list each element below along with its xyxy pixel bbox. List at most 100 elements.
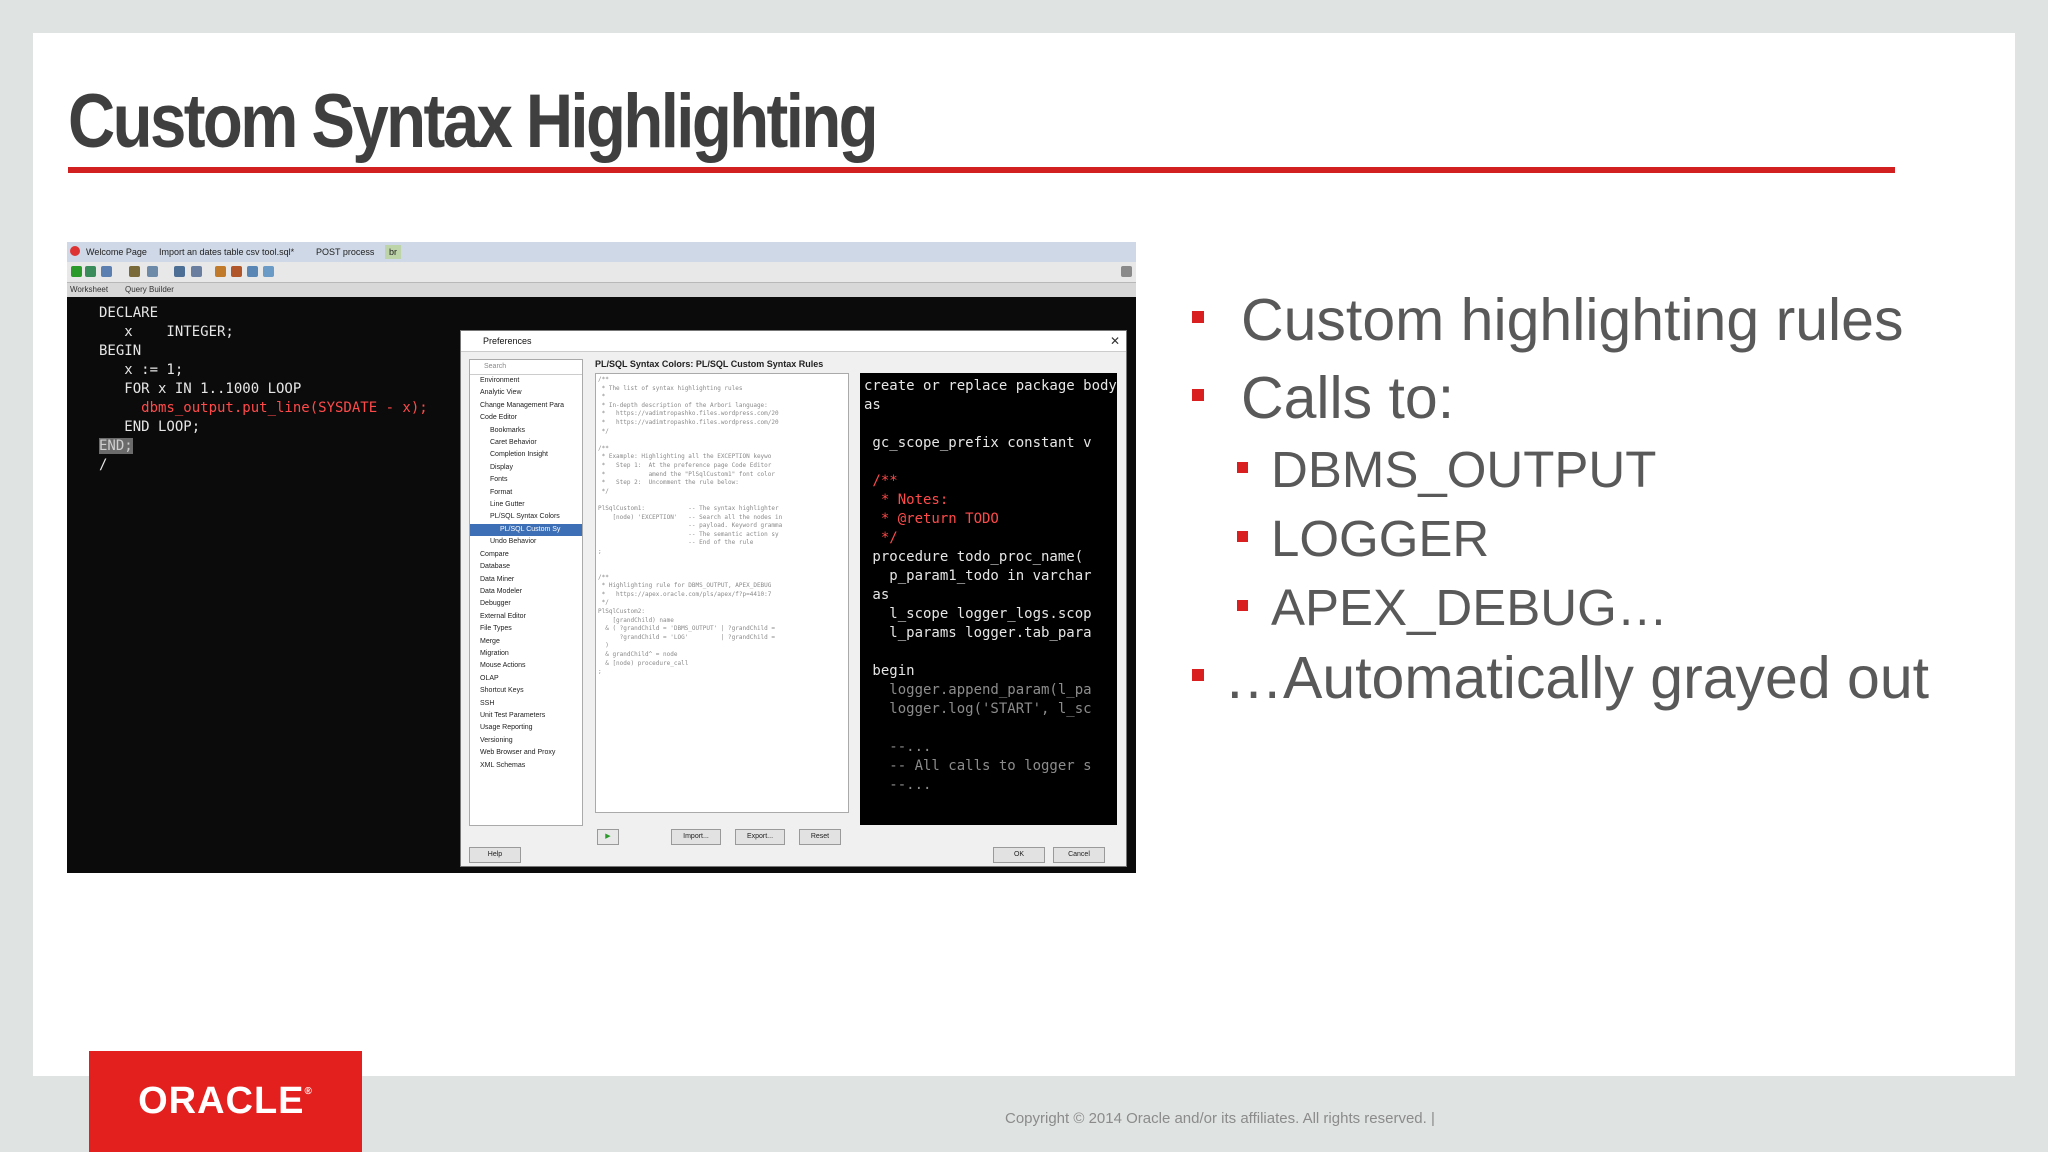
tree-item[interactable]: Change Management Para (470, 400, 582, 412)
export-button[interactable]: Export... (735, 829, 785, 845)
run-icon[interactable] (71, 266, 82, 277)
preview-line (864, 453, 1113, 472)
tree-item[interactable]: External Editor (470, 611, 582, 623)
tree-item[interactable]: Fonts (470, 474, 582, 486)
tree-item[interactable]: Code Editor (470, 412, 582, 424)
rule-line: /** (598, 376, 609, 383)
run-script-icon[interactable] (85, 266, 96, 277)
clear-icon[interactable] (191, 266, 202, 277)
tree-item[interactable]: Shortcut Keys (470, 685, 582, 697)
syntax-rules-editor[interactable]: /** * The list of syntax highlighting ru… (595, 373, 849, 813)
help-button[interactable]: Help (469, 847, 521, 863)
tree-item[interactable]: Caret Behavior (470, 437, 582, 449)
tree-item[interactable]: Analytic View (470, 387, 582, 399)
tree-item[interactable]: Data Modeler (470, 586, 582, 598)
tab-welcome[interactable]: Welcome Page (82, 245, 151, 259)
tree-item[interactable]: Migration (470, 648, 582, 660)
rule-line: /** (598, 444, 609, 452)
preview-line: procedure todo_proc_name( (864, 549, 1084, 565)
tree-item[interactable]: Mouse Actions (470, 660, 582, 672)
tree-item[interactable]: Undo Behavior (470, 536, 582, 548)
tree-item[interactable]: Compare (470, 549, 582, 561)
code-line: x INTEGER; (99, 324, 234, 340)
tree-item[interactable]: Environment (470, 375, 582, 387)
tree-item[interactable]: Debugger (470, 598, 582, 610)
connection-icon[interactable] (1121, 266, 1132, 277)
preview-line: l_params logger.tab_para (864, 625, 1092, 641)
history-icon[interactable] (215, 266, 226, 277)
title-underline (68, 167, 1895, 173)
rule-line: * https://vadimtropashko.files.wordpress… (598, 418, 779, 426)
rule-line: & [node) procedure_call (598, 659, 689, 667)
close-icon[interactable] (70, 246, 80, 256)
rule-line (598, 556, 846, 565)
tree-item[interactable]: Data Miner (470, 574, 582, 586)
explain-plan-icon[interactable] (147, 266, 158, 277)
tree-item[interactable]: PL/SQL Syntax Colors (470, 511, 582, 523)
tree-item[interactable]: XML Schemas (470, 760, 582, 772)
rule-line: * Highlighting rule for DBMS_OUTPUT, APE… (598, 582, 772, 590)
copyright-notice: Copyright © 2014 Oracle and/or its affil… (1005, 1110, 1435, 1127)
bullet-marker (1192, 311, 1204, 323)
tree-item[interactable]: Merge (470, 636, 582, 648)
tab-worksheet[interactable]: Worksheet (70, 284, 108, 296)
line-gutter (67, 298, 95, 873)
tree-item[interactable]: Format (470, 487, 582, 499)
preview-line (864, 719, 1113, 738)
rule-line: ; (598, 668, 602, 676)
import-button[interactable]: Import... (671, 829, 721, 845)
rule-line: * https://vadimtropashko.files.wordpress… (598, 410, 779, 418)
tree-item[interactable]: Line Gutter (470, 499, 582, 511)
tree-item[interactable]: Completion Insight (470, 449, 582, 461)
preview-line: gc_scope_prefix constant v (864, 435, 1092, 451)
tab-post-process[interactable]: POST process (312, 245, 378, 259)
dialog-title-bar: Preferences ✕ (461, 331, 1126, 352)
bullet-marker (1237, 531, 1248, 542)
tree-item[interactable]: Versioning (470, 735, 582, 747)
tree-item[interactable]: Usage Reporting (470, 722, 582, 734)
tree-item[interactable]: File Types (470, 623, 582, 635)
tree-item[interactable]: Bookmarks (470, 425, 582, 437)
rule-line: & ( ?grandChild = 'DBMS_OUTPUT' | ?grand… (598, 625, 776, 633)
rule-line: ) (598, 642, 609, 650)
tree-item[interactable]: Database (470, 561, 582, 573)
tree-item[interactable]: OLAP (470, 673, 582, 685)
preview-line (864, 415, 1113, 434)
reset-button[interactable]: Reset (799, 829, 841, 845)
sql-editor[interactable]: DECLARE x INTEGER; BEGIN x := 1; FOR x I… (99, 304, 428, 475)
code-line-highlighted: dbms_output.put_line(SYSDATE - x); (99, 400, 428, 416)
preview-line: --... (864, 777, 932, 793)
close-icon[interactable]: ✕ (1110, 331, 1120, 351)
tree-item[interactable]: PL/SQL Custom Sy (470, 523, 582, 537)
run-rules-button[interactable]: ▶ (597, 829, 619, 845)
search-input[interactable]: Search (470, 360, 582, 375)
ok-button[interactable]: OK (993, 847, 1045, 863)
tab-query-builder[interactable]: Query Builder (125, 284, 174, 296)
rule-line (598, 436, 846, 445)
tree-item[interactable]: Unit Test Parameters (470, 710, 582, 722)
tab-br[interactable]: br (385, 245, 402, 259)
autotrace-icon[interactable] (174, 266, 185, 277)
tab-import-sql[interactable]: Import an dates table csv tool.sql* (155, 245, 298, 259)
editor-toolbar (67, 262, 1136, 283)
rollback-icon[interactable] (129, 266, 140, 277)
unshared-sql-icon[interactable] (263, 266, 274, 277)
bullet-marker (1237, 462, 1248, 473)
tree-item[interactable]: SSH (470, 698, 582, 710)
preview-line: as (864, 397, 881, 413)
editor-tab-bar: Welcome Page Import an dates table csv t… (67, 242, 1136, 263)
preferences-tree: Search Environment Analytic View Change Ma… (469, 359, 583, 826)
code-line: BEGIN (99, 343, 142, 359)
preview-line: * @return TODO (864, 511, 999, 527)
tree-item[interactable]: Web Browser and Proxy (470, 747, 582, 759)
tree-item[interactable]: Display (470, 462, 582, 474)
bullet-text: Custom highlighting rules (1241, 287, 1904, 353)
preview-line: l_scope logger_logs.scop (864, 606, 1092, 622)
commit-icon[interactable] (101, 266, 112, 277)
preferences-dialog: Preferences ✕ Search Environment Analytic… (460, 330, 1127, 867)
sql-tuning-icon[interactable] (247, 266, 258, 277)
cancel-button[interactable]: Cancel (1053, 847, 1105, 863)
rule-line: ; (598, 547, 602, 555)
format-icon[interactable] (231, 266, 242, 277)
panel-title: PL/SQL Syntax Colors: PL/SQL Custom Synt… (595, 359, 824, 369)
